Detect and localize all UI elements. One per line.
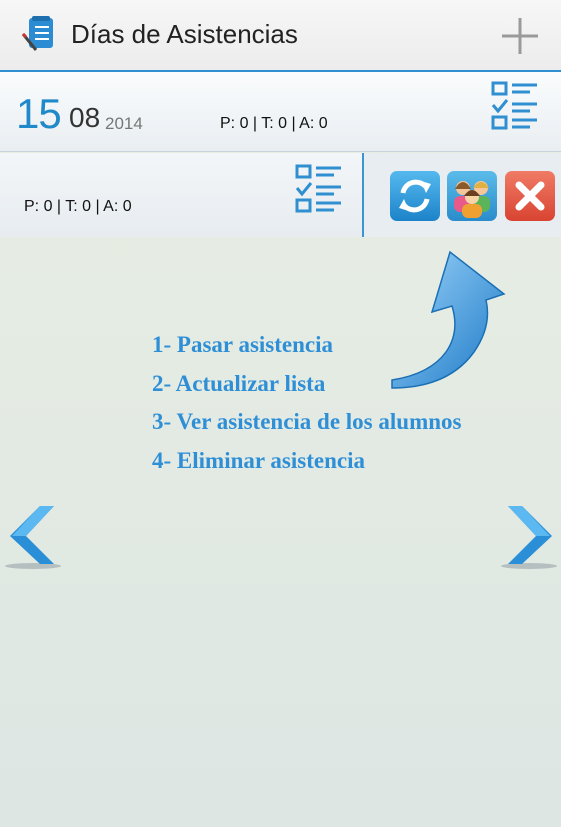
instruction-item: 2- Actualizar lista	[152, 370, 326, 396]
chevron-left-icon[interactable]	[4, 504, 62, 572]
students-group-icon	[454, 181, 490, 218]
date-month: 08	[69, 102, 101, 133]
checklist-notepad-icon	[21, 16, 53, 51]
instructions-list: 1- Pasar asistencia 2- Actualizar lista …	[152, 326, 461, 480]
date-day: 15	[16, 90, 62, 137]
attendance-stats: P: 0 | T: 0 | A: 0	[220, 115, 328, 132]
instruction-item: 3- Ver asistencia de los alumnos	[152, 409, 462, 434]
action-bar: Días de Asistencias	[0, 0, 561, 71]
instruction-item: 1- Pasar asistencia	[152, 332, 334, 357]
date-year: 2014	[105, 114, 143, 133]
delete-button[interactable]	[505, 171, 555, 221]
students-attendance-button[interactable]	[447, 171, 497, 221]
chevron-right-icon[interactable]	[500, 504, 558, 572]
attendance-day-row-swiped[interactable]: P: 0 | T: 0 | A: 0	[0, 153, 561, 237]
attendance-stats: P: 0 | T: 0 | A: 0	[24, 198, 132, 215]
refresh-icon	[399, 179, 431, 213]
refresh-button[interactable]	[390, 171, 440, 221]
plus-icon[interactable]	[498, 14, 542, 58]
attendance-day-row[interactable]: 15 08 2014 P: 0 | T: 0 | A: 0	[0, 70, 561, 152]
close-icon	[515, 181, 545, 211]
instruction-item: 4- Eliminar asistencia	[152, 447, 365, 473]
attendance-day-summary[interactable]: P: 0 | T: 0 | A: 0	[0, 153, 364, 237]
page-title: Días de Asistencias	[71, 19, 298, 49]
checklist-icon[interactable]	[294, 163, 344, 215]
checklist-icon[interactable]	[490, 80, 540, 132]
